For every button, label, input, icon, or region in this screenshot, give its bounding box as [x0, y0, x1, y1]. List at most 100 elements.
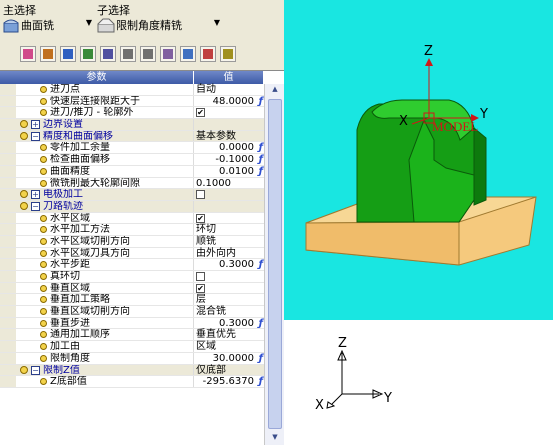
- parameter-row[interactable]: 快速层连接限距大于 48.0000 ƒ: [0, 95, 264, 108]
- eraser-button[interactable]: [20, 46, 36, 62]
- parameter-value: 自动: [196, 84, 216, 95]
- row-value-cell[interactable]: 仅底部: [194, 364, 264, 376]
- paste-button[interactable]: [140, 46, 156, 62]
- tool-button[interactable]: [40, 46, 56, 62]
- parameter-label: 检查曲面偏移: [50, 154, 110, 165]
- chevron-down-icon[interactable]: ▼: [86, 18, 92, 27]
- collapse-icon[interactable]: −: [31, 365, 40, 375]
- row-value-cell[interactable]: 0.3000 ƒ: [194, 259, 264, 270]
- value-column-header[interactable]: 值: [194, 71, 264, 84]
- collapse-icon[interactable]: −: [31, 201, 40, 211]
- row-value-cell[interactable]: 0.0000 ƒ: [194, 142, 264, 153]
- group-row[interactable]: + 边界设置: [0, 119, 264, 131]
- parameter-row[interactable]: 曲面精度 0.0100 ƒ: [0, 165, 264, 178]
- row-value-cell[interactable]: 自动: [194, 84, 264, 95]
- formula-icon[interactable]: ƒ: [259, 259, 263, 271]
- import-button[interactable]: [180, 46, 196, 62]
- expand-icon[interactable]: +: [31, 120, 40, 130]
- formula-icon[interactable]: ƒ: [259, 376, 263, 388]
- formula-icon[interactable]: ƒ: [259, 318, 263, 330]
- chevron-down-icon[interactable]: ▼: [214, 18, 220, 27]
- row-value-cell[interactable]: 基本参数: [194, 130, 264, 142]
- formula-icon[interactable]: ƒ: [259, 142, 263, 154]
- close-button[interactable]: [220, 46, 236, 62]
- row-value-cell[interactable]: 0.0100 ƒ: [194, 166, 264, 177]
- scrollbar-thumb[interactable]: [268, 99, 282, 429]
- parameter-icon: [40, 156, 47, 164]
- parameter-row[interactable]: 水平加工方法 环切: [0, 224, 264, 236]
- row-value-cell[interactable]: 0.3000 ƒ: [194, 318, 264, 329]
- param-column-header[interactable]: 参数: [0, 71, 194, 84]
- row-value-cell[interactable]: ✔: [194, 283, 264, 294]
- edit-button[interactable]: [80, 46, 96, 62]
- collapse-icon[interactable]: −: [31, 131, 40, 141]
- row-value-cell[interactable]: [194, 189, 264, 200]
- row-value-cell[interactable]: 顺铣: [194, 236, 264, 247]
- row-value-cell[interactable]: 30.0000 ƒ: [194, 353, 264, 364]
- parameter-row[interactable]: 加工由 区域: [0, 341, 264, 353]
- row-value-cell[interactable]: -295.6370 ƒ: [194, 376, 264, 387]
- row-name-cell: 通用加工顺序: [16, 329, 194, 341]
- 3d-viewport[interactable]: Z Y X MODEL: [284, 0, 553, 320]
- copy-button[interactable]: [120, 46, 136, 62]
- row-value-cell[interactable]: 区域: [194, 341, 264, 352]
- parameter-row[interactable]: 真环切: [0, 271, 264, 283]
- group-row[interactable]: − 精度和曲面偏移 基本参数: [0, 130, 264, 143]
- row-value-cell[interactable]: 48.0000 ƒ: [194, 96, 264, 107]
- row-value-cell[interactable]: 0.1000: [194, 178, 264, 189]
- row-gutter: [0, 306, 16, 317]
- parameter-row[interactable]: 水平区域刀具方向 由外向内: [0, 247, 264, 260]
- row-value-cell[interactable]: 由外向内: [194, 248, 264, 259]
- export-button[interactable]: [160, 46, 176, 62]
- group-row[interactable]: − 刀路轨迹: [0, 200, 264, 213]
- checkbox[interactable]: [196, 190, 205, 200]
- scroll-down-icon[interactable]: ▼: [268, 433, 282, 445]
- formula-icon[interactable]: ƒ: [259, 353, 263, 365]
- row-value-cell[interactable]: 环切: [194, 224, 264, 235]
- checkbox[interactable]: [196, 272, 205, 281]
- parameter-label: 限制Z值: [43, 364, 80, 376]
- parameter-row[interactable]: 通用加工顺序 垂直优先: [0, 329, 264, 342]
- parameter-row[interactable]: 水平区域切削方向 顺铣: [0, 235, 264, 248]
- main-select-dropdown[interactable]: 曲面铣 ▼: [2, 14, 92, 36]
- checkbox[interactable]: ✔: [196, 213, 205, 223]
- vertical-scrollbar[interactable]: ▲ ▼: [264, 84, 284, 445]
- group-row[interactable]: + 电极加工: [0, 189, 264, 201]
- row-value-cell[interactable]: ✔: [194, 213, 264, 224]
- parameter-row[interactable]: 垂直步进 0.3000 ƒ: [0, 317, 264, 330]
- formula-icon[interactable]: ƒ: [259, 96, 263, 108]
- parameter-row[interactable]: 零件加工余量 0.0000 ƒ: [0, 142, 264, 155]
- parameter-row[interactable]: 垂直加工策略 层: [0, 294, 264, 307]
- row-value-cell[interactable]: ✔: [194, 107, 264, 118]
- parameter-row[interactable]: 垂直区域切削方向 混合铣: [0, 306, 264, 318]
- formula-icon[interactable]: ƒ: [259, 166, 263, 178]
- row-value-cell[interactable]: 混合铣: [194, 306, 264, 317]
- row-value-cell[interactable]: 垂直优先: [194, 329, 264, 340]
- parameter-row[interactable]: 微铣削最大轮廓间隙 0.1000: [0, 177, 264, 190]
- check-button[interactable]: [100, 46, 116, 62]
- parameter-row[interactable]: 进刀/推刀 - 轮廓外 ✔: [0, 107, 264, 120]
- checkbox[interactable]: ✔: [196, 283, 205, 293]
- parameter-value: 顺铣: [196, 235, 216, 247]
- grid-button[interactable]: [200, 46, 216, 62]
- parameter-row[interactable]: 检查曲面偏移 -0.1000 ƒ: [0, 154, 264, 166]
- parameter-row[interactable]: 限制角度 30.0000 ƒ: [0, 352, 264, 365]
- checkbox[interactable]: ✔: [196, 108, 205, 118]
- parameter-row[interactable]: 水平步距 0.3000 ƒ: [0, 259, 264, 271]
- row-value-cell[interactable]: -0.1000 ƒ: [194, 154, 264, 165]
- row-value-cell[interactable]: [194, 119, 264, 130]
- row-value-cell[interactable]: [194, 271, 264, 282]
- row-value-cell[interactable]: [194, 200, 264, 212]
- group-row[interactable]: − 限制Z值 仅底部: [0, 364, 264, 377]
- formula-icon[interactable]: ƒ: [259, 154, 263, 166]
- sub-select-dropdown[interactable]: 限制角度精铣 ▼: [97, 14, 220, 36]
- expand-icon[interactable]: +: [31, 190, 40, 200]
- parameter-row[interactable]: Z底部值 -295.6370 ƒ: [0, 376, 264, 388]
- parameter-value: 垂直优先: [196, 329, 236, 341]
- parameter-row[interactable]: 水平区域 ✔: [0, 212, 264, 225]
- parameter-row[interactable]: 进刀点 自动: [0, 84, 264, 96]
- scroll-up-icon[interactable]: ▲: [268, 85, 282, 97]
- row-value-cell[interactable]: 层: [194, 294, 264, 305]
- pen-button[interactable]: [60, 46, 76, 62]
- parameter-row[interactable]: 垂直区域 ✔: [0, 282, 264, 295]
